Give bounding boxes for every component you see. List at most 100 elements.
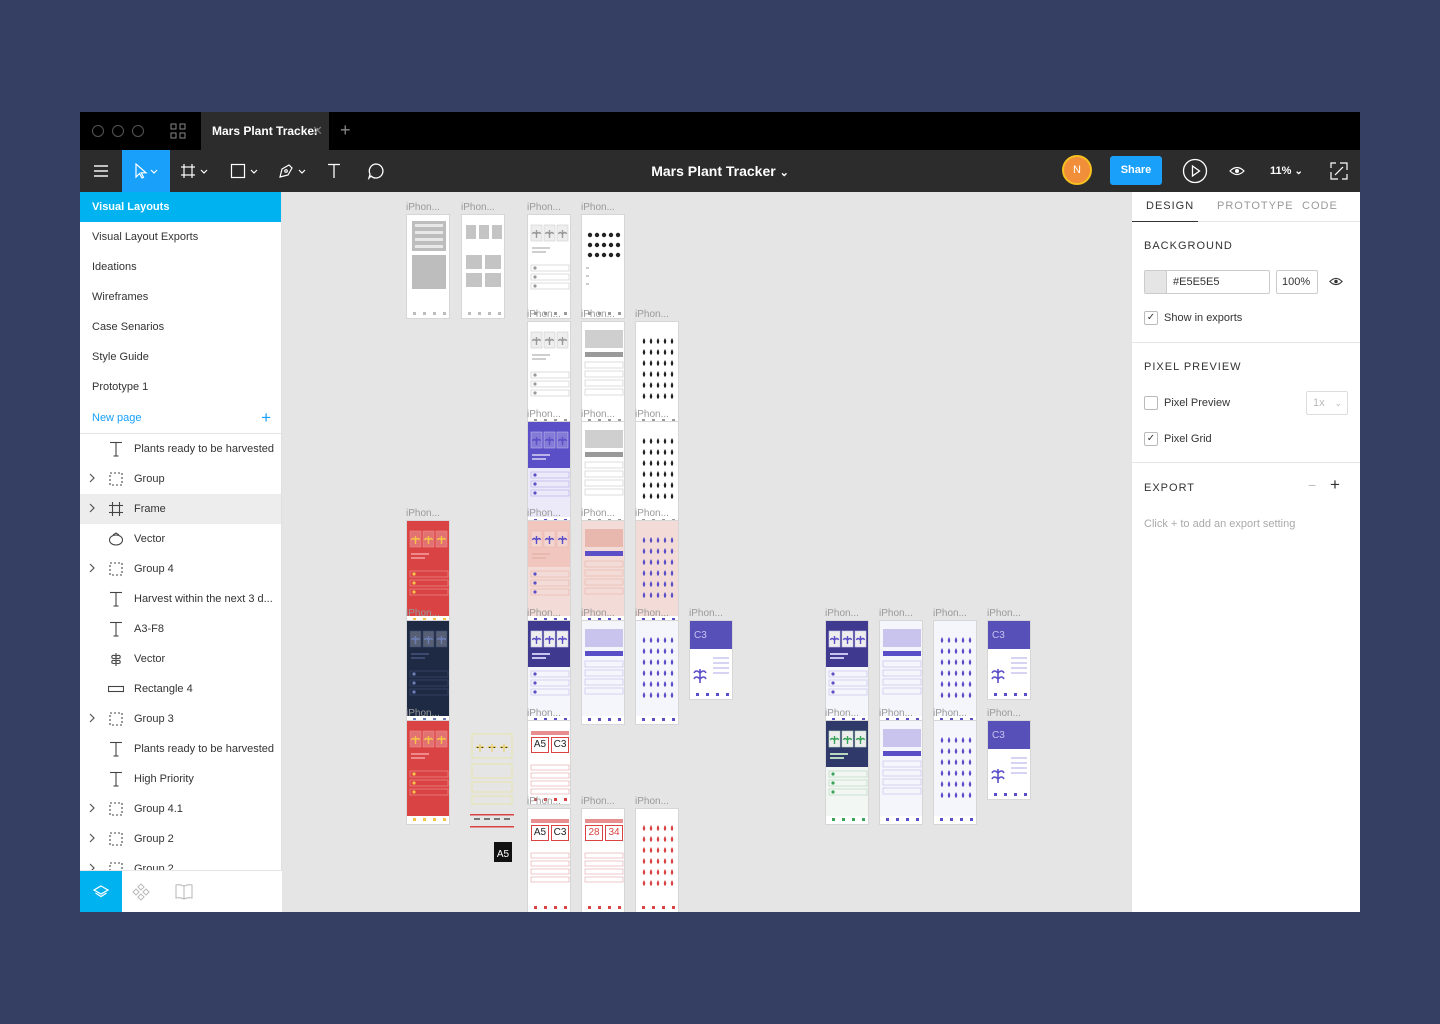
- window-close-control[interactable]: [92, 125, 104, 137]
- new-page-label[interactable]: New page: [92, 412, 142, 424]
- expand-chevron-icon[interactable]: [88, 464, 96, 494]
- expand-chevron-icon[interactable]: [88, 704, 96, 734]
- iphone-frame[interactable]: A5 C3: [527, 720, 571, 805]
- pixel-preview-scale-select[interactable]: 1x ⌄: [1306, 391, 1348, 415]
- frame-label[interactable]: iPhon...: [581, 409, 615, 420]
- components-tab-button[interactable]: [132, 883, 150, 906]
- iphone-frame[interactable]: [461, 214, 505, 319]
- new-page-row[interactable]: New page +: [80, 402, 281, 434]
- frame-label[interactable]: iPhon...: [635, 309, 669, 320]
- frame-label[interactable]: iPhon...: [406, 608, 440, 619]
- frame-label[interactable]: iPhon...: [527, 309, 561, 320]
- add-page-icon[interactable]: +: [261, 402, 271, 434]
- frame-label[interactable]: iPhon...: [581, 202, 615, 213]
- pen-tool-button[interactable]: [272, 150, 314, 192]
- page-item[interactable]: Case Senarios: [80, 312, 281, 342]
- frame-label[interactable]: iPhon...: [689, 608, 723, 619]
- layer-row[interactable]: A3-F8: [80, 614, 281, 644]
- background-opacity-field[interactable]: 100%: [1276, 270, 1318, 294]
- iphone-frame[interactable]: A5 C3: [527, 808, 571, 912]
- tab-code[interactable]: CODE: [1302, 192, 1338, 220]
- frame-label[interactable]: iPhon...: [406, 508, 440, 519]
- expand-chevron-icon[interactable]: [88, 554, 96, 584]
- icon-tile[interactable]: A5: [494, 842, 512, 862]
- document-menu-chevron-icon[interactable]: ⌄: [780, 167, 789, 179]
- frame-label[interactable]: iPhon...: [635, 796, 669, 807]
- expand-chevron-icon[interactable]: [88, 854, 96, 870]
- background-hex-value[interactable]: #E5E5E5: [1173, 276, 1219, 288]
- frame-label[interactable]: iPhon...: [527, 708, 561, 719]
- frame-label[interactable]: iPhon...: [825, 708, 859, 719]
- frame-label[interactable]: iPhon...: [527, 508, 561, 519]
- iphone-frame[interactable]: [527, 214, 571, 319]
- iphone-frame[interactable]: [825, 720, 869, 825]
- show-in-exports-checkbox[interactable]: ✓: [1144, 311, 1158, 325]
- frame-label[interactable]: iPhon...: [406, 202, 440, 213]
- expand-chevron-icon[interactable]: [88, 794, 96, 824]
- page-item[interactable]: Visual Layouts: [80, 192, 281, 222]
- file-browser-grid-icon[interactable]: [170, 123, 186, 139]
- layers-tab-button[interactable]: [80, 871, 122, 912]
- document-title-text[interactable]: Mars Plant Tracker: [651, 163, 776, 179]
- background-visibility-eye-icon[interactable]: [1329, 276, 1343, 287]
- team-library-tab-button[interactable]: [174, 883, 194, 906]
- layer-row[interactable]: Plants ready to be harvested: [80, 434, 281, 464]
- tab-design[interactable]: DESIGN: [1146, 192, 1194, 220]
- layer-row[interactable]: Group: [80, 464, 281, 494]
- iphone-frame[interactable]: 28 34: [581, 808, 625, 912]
- background-color-swatch[interactable]: [1145, 271, 1167, 293]
- iphone-frame[interactable]: [635, 808, 679, 912]
- layer-row[interactable]: Group 2: [80, 824, 281, 854]
- frame-label[interactable]: iPhon...: [406, 708, 440, 719]
- frame-tool-button[interactable]: [174, 150, 216, 192]
- layer-row[interactable]: Frame: [80, 494, 281, 524]
- canvas[interactable]: iPhon... iPhon... iPhon... iPhon... iPhon...…: [282, 192, 1132, 912]
- frame-label[interactable]: iPhon...: [581, 608, 615, 619]
- iphone-frame[interactable]: C3: [689, 620, 733, 700]
- iphone-frame[interactable]: [581, 214, 625, 319]
- page-item[interactable]: Ideations: [80, 252, 281, 282]
- share-button[interactable]: Share: [1110, 156, 1162, 185]
- tab-mars-plant-tracker[interactable]: Mars Plant Tracker ✕: [201, 112, 329, 150]
- frame-label[interactable]: iPhon...: [825, 608, 859, 619]
- view-settings-button[interactable]: [1222, 150, 1252, 192]
- user-avatar[interactable]: N: [1062, 155, 1092, 185]
- frame-label[interactable]: iPhon...: [879, 608, 913, 619]
- frame-label[interactable]: iPhon...: [581, 796, 615, 807]
- page-item[interactable]: Visual Layout Exports: [80, 222, 281, 252]
- layer-row[interactable]: Harvest within the next 3 d...: [80, 584, 281, 614]
- window-minimize-control[interactable]: [112, 125, 124, 137]
- layer-row[interactable]: Group 4.1: [80, 794, 281, 824]
- iphone-frame[interactable]: [933, 720, 977, 825]
- layer-row[interactable]: High Priority: [80, 764, 281, 794]
- resize-frame-button[interactable]: [1324, 150, 1354, 192]
- main-menu-button[interactable]: [80, 150, 122, 192]
- layer-row[interactable]: Group 2: [80, 854, 281, 870]
- frame-label[interactable]: iPhon...: [581, 309, 615, 320]
- pixel-preview-checkbox[interactable]: [1144, 396, 1158, 410]
- component-sketches[interactable]: [470, 732, 516, 832]
- iphone-frame[interactable]: C3: [987, 620, 1031, 700]
- expand-chevron-icon[interactable]: [88, 824, 96, 854]
- frame-label[interactable]: iPhon...: [527, 608, 561, 619]
- iphone-frame[interactable]: [635, 620, 679, 725]
- iphone-frame[interactable]: [879, 720, 923, 825]
- layer-row[interactable]: Plants ready to be harvested: [80, 734, 281, 764]
- frame-label[interactable]: iPhon...: [987, 708, 1021, 719]
- layer-row[interactable]: Group 4: [80, 554, 281, 584]
- frame-label[interactable]: iPhon...: [527, 796, 561, 807]
- frame-label[interactable]: iPhon...: [933, 708, 967, 719]
- frame-label[interactable]: iPhon...: [527, 409, 561, 420]
- frame-label[interactable]: iPhon...: [581, 508, 615, 519]
- iphone-frame[interactable]: [406, 720, 450, 825]
- frame-label[interactable]: iPhon...: [635, 608, 669, 619]
- frame-label[interactable]: iPhon...: [879, 708, 913, 719]
- layer-row[interactable]: Vector: [80, 524, 281, 554]
- window-maximize-control[interactable]: [132, 125, 144, 137]
- iphone-frame[interactable]: [581, 620, 625, 725]
- page-item[interactable]: Style Guide: [80, 342, 281, 372]
- new-tab-button[interactable]: +: [340, 112, 351, 149]
- comment-tool-button[interactable]: [358, 150, 394, 192]
- shape-tool-button[interactable]: [224, 150, 266, 192]
- add-export-icon[interactable]: +: [1330, 475, 1340, 495]
